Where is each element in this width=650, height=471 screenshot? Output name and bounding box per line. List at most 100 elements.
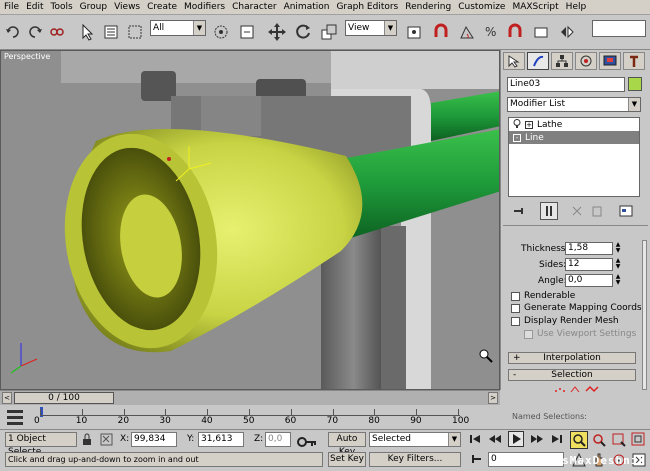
time-slider-thumb[interactable]: 0 / 100 <box>14 392 114 404</box>
selection-rollout[interactable]: -Selection <box>508 369 636 381</box>
prev-key-icon[interactable] <box>488 432 502 449</box>
ruler-tick-label: 30 <box>159 416 170 426</box>
key-filters-button[interactable]: Key Filters... <box>369 452 461 467</box>
menu-modifiers[interactable]: Modifiers <box>182 2 230 12</box>
viewport-label[interactable]: Perspective <box>4 52 50 61</box>
use-viewport-checkbox[interactable]: Use Viewport Settings <box>524 329 636 339</box>
window-crossing-icon[interactable] <box>236 21 258 43</box>
key-mode-dropdown[interactable]: Selected▼ <box>369 432 461 447</box>
configure-sets-icon[interactable] <box>619 204 633 221</box>
scale-icon[interactable] <box>318 21 340 43</box>
menu-edit[interactable]: Edit <box>24 2 48 12</box>
menu-maxscript[interactable]: MAXScript <box>510 2 563 12</box>
object-color-swatch[interactable] <box>628 77 642 91</box>
time-slider[interactable]: < 0 / 100 > <box>0 390 500 405</box>
thickness-input[interactable]: 1,58 <box>565 242 613 255</box>
angle-snap-icon[interactable] <box>456 21 478 43</box>
rotate-icon[interactable] <box>292 21 314 43</box>
modifier-list-dropdown[interactable]: Modifier List▼ <box>507 97 641 112</box>
selection-filter-dropdown[interactable]: All▼ <box>150 20 206 36</box>
next-frame-icon[interactable]: > <box>488 392 498 404</box>
collapse-icon: - <box>513 370 516 380</box>
object-name-field[interactable]: Line03 <box>507 77 625 92</box>
menu-create[interactable]: Create <box>145 2 182 12</box>
set-key-button[interactable]: Set Key <box>328 452 366 467</box>
menu-views[interactable]: Views <box>112 2 145 12</box>
watermark: 3dsMaxDeshnik <box>547 454 646 467</box>
next-key-icon[interactable] <box>530 432 544 449</box>
mirror-icon[interactable] <box>556 21 578 43</box>
create-tab-icon[interactable] <box>503 52 525 70</box>
renderable-checkbox[interactable]: Renderable <box>511 291 575 301</box>
zoom-all-icon[interactable] <box>591 432 607 451</box>
go-to-start-icon[interactable] <box>468 432 482 449</box>
go-to-end-icon[interactable] <box>550 432 564 449</box>
y-coord-field[interactable]: 31,613 <box>198 432 244 447</box>
menu-graph-editors[interactable]: Graph Editors <box>334 2 403 12</box>
modify-tab-icon[interactable] <box>527 52 549 70</box>
menu-rendering[interactable]: Rendering <box>403 2 456 12</box>
undo-icon[interactable] <box>2 21 24 43</box>
utilities-tab-icon[interactable] <box>623 52 645 70</box>
show-end-result-icon[interactable] <box>540 202 558 220</box>
select-link-icon[interactable] <box>46 21 68 43</box>
display-render-checkbox[interactable]: Display Render Mesh <box>511 316 619 326</box>
sub-object-level-icons[interactable] <box>553 384 603 397</box>
sides-input[interactable]: 12 <box>565 258 613 271</box>
reference-coord-dropdown[interactable]: View▼ <box>345 20 397 36</box>
named-selection-input[interactable] <box>592 20 646 37</box>
pin-stack-icon[interactable] <box>512 204 526 221</box>
absolute-mode-icon[interactable] <box>100 433 114 449</box>
make-unique-icon[interactable] <box>570 204 584 221</box>
ruler-tick <box>165 409 166 415</box>
menu-group[interactable]: Group <box>78 2 112 12</box>
sides-spinner[interactable]: ▲▼ <box>614 258 622 271</box>
menu-customize[interactable]: Customize <box>456 2 510 12</box>
z-coord-field[interactable]: 0,0 <box>265 432 291 447</box>
stack-item-lathe[interactable]: + Lathe <box>509 118 639 131</box>
gen-mapping-checkbox[interactable]: Generate Mapping Coords. <box>511 303 644 313</box>
snap-toggle-icon[interactable] <box>430 21 452 43</box>
angle-spinner[interactable]: ▲▼ <box>614 274 622 287</box>
menu-animation[interactable]: Animation <box>282 2 335 12</box>
lock-icon[interactable] <box>82 433 92 449</box>
collapse-icon[interactable]: - <box>513 134 521 142</box>
angle-input[interactable]: 0,0 <box>565 274 613 287</box>
select-by-name-icon[interactable] <box>100 21 122 43</box>
mini-curve-editor-icon[interactable] <box>6 408 26 429</box>
zoom-extents-icon[interactable] <box>611 432 627 451</box>
percent-snap-icon[interactable]: % <box>480 21 502 43</box>
ruler-tick-label: 40 <box>201 416 212 426</box>
pivot-center-icon[interactable] <box>403 21 425 43</box>
thickness-spinner[interactable]: ▲▼ <box>614 242 622 255</box>
interpolation-rollout[interactable]: +Interpolation <box>508 352 636 364</box>
move-icon[interactable] <box>266 21 288 43</box>
menu-tools[interactable]: Tools <box>49 2 78 12</box>
auto-key-button[interactable]: Auto Key <box>328 432 366 447</box>
zoom-icon[interactable] <box>570 431 588 449</box>
display-tab-icon[interactable] <box>599 52 621 70</box>
motion-tab-icon[interactable] <box>575 52 597 70</box>
x-coord-field[interactable]: 99,834 <box>131 432 177 447</box>
zoom-extents-all-icon[interactable] <box>631 432 647 451</box>
select-move-icon[interactable] <box>210 21 232 43</box>
region-select-icon[interactable] <box>124 21 146 43</box>
redo-icon[interactable] <box>24 21 46 43</box>
perspective-viewport[interactable]: Perspective <box>0 50 500 390</box>
named-selection-icon[interactable] <box>530 21 552 43</box>
lightbulb-icon[interactable] <box>513 119 521 131</box>
menu-character[interactable]: Character <box>230 2 281 12</box>
key-mode-toggle-icon[interactable] <box>470 452 484 469</box>
panel-scrollbar[interactable] <box>642 240 647 390</box>
spinner-snap-icon[interactable] <box>504 21 526 43</box>
stack-item-line[interactable]: - Line <box>509 131 639 144</box>
select-object-icon[interactable] <box>76 21 98 43</box>
remove-modifier-icon[interactable] <box>590 204 604 221</box>
play-button-icon[interactable] <box>508 431 524 447</box>
prev-frame-icon[interactable]: < <box>2 392 12 404</box>
track-bar[interactable]: 0102030405060708090100 <box>0 405 500 429</box>
menu-help[interactable]: Help <box>564 2 592 12</box>
menu-file[interactable]: File <box>2 2 24 12</box>
expand-icon[interactable]: + <box>525 121 533 129</box>
hierarchy-tab-icon[interactable] <box>551 52 573 70</box>
